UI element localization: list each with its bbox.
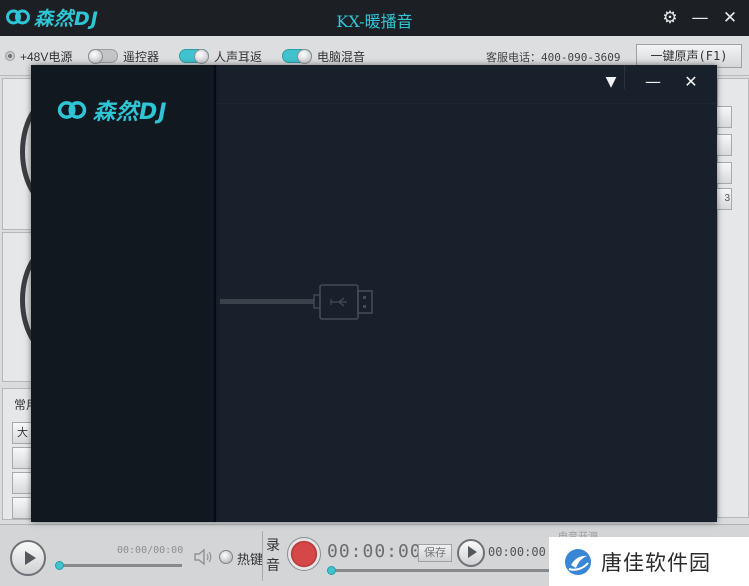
watermark-text: 唐佳软件园 — [601, 551, 711, 575]
speaker-icon[interactable] — [193, 547, 213, 567]
dialog-logo: 森然DJ — [57, 97, 168, 125]
progress-handle[interactable] — [327, 566, 336, 575]
power-label: +48V电源 — [20, 49, 73, 64]
common-button[interactable] — [12, 447, 32, 469]
close-icon[interactable]: ✕ — [719, 7, 741, 29]
play-button[interactable] — [10, 540, 46, 576]
dialog-minimize-icon[interactable]: — — [640, 69, 666, 95]
progress-handle[interactable] — [55, 561, 64, 570]
dialog-separator — [624, 65, 625, 89]
watermark-logo-icon — [565, 548, 591, 575]
record-button[interactable] — [287, 537, 321, 571]
power-option[interactable]: +48V电源 — [5, 48, 72, 64]
pc-mix-label: 电脑混音 — [317, 49, 366, 64]
player-progress-slider[interactable] — [55, 561, 182, 570]
common-button[interactable] — [12, 497, 32, 519]
monitor-toggle[interactable] — [179, 49, 209, 64]
remote-toggle[interactable] — [88, 49, 118, 64]
watermark: 唐佳软件园 — [549, 537, 749, 586]
record-label: 录音 — [266, 537, 280, 573]
dialog-brand-name: 森然DJ — [93, 100, 168, 125]
monitor-label: 人声耳返 — [214, 49, 263, 64]
record-play-time: 00:00:00 — [488, 545, 546, 559]
remote-label: 遥控器 — [123, 49, 160, 64]
toggle-knob — [194, 49, 209, 64]
common-button[interactable] — [12, 472, 32, 494]
monitor-option[interactable]: 人声耳返 — [179, 48, 262, 64]
toggle-knob — [88, 49, 103, 64]
power-radio-icon[interactable] — [5, 51, 15, 61]
brand-logo-icon — [57, 101, 87, 119]
window-title: KX-暖播音 — [336, 12, 413, 31]
menu-dropdown-icon[interactable]: ▼ — [598, 69, 624, 95]
pc-mix-option[interactable]: 电脑混音 — [282, 48, 365, 64]
play-icon — [25, 551, 36, 565]
toggle-knob — [297, 49, 312, 64]
dialog-main: ▼ — ✕ — [218, 65, 717, 522]
remote-option[interactable]: 遥控器 — [88, 48, 159, 64]
settings-icon[interactable]: ⚙ — [659, 7, 681, 29]
hotkey-radio[interactable] — [219, 550, 233, 564]
save-button[interactable]: 保存 — [418, 544, 452, 562]
hotkey-label: 热键 — [237, 552, 264, 567]
player-time: 00:00/00:00 — [117, 545, 184, 556]
pc-mix-toggle[interactable] — [282, 49, 312, 64]
dialog-close-icon[interactable]: ✕ — [678, 69, 704, 95]
device-dialog: 森然DJ ▼ — ✕ — [31, 65, 717, 522]
record-progress-slider[interactable] — [327, 566, 549, 575]
record-time: 00:00:00 — [327, 541, 422, 562]
play-icon — [468, 546, 477, 558]
usb-connector-icon — [220, 284, 373, 320]
dialog-sidebar: 森然DJ — [31, 65, 216, 522]
title-bar: 森然DJ KX-暖播音 ⚙ — ✕ — [0, 0, 749, 36]
divider — [262, 531, 263, 581]
common-button[interactable]: 大 — [12, 422, 32, 444]
minimize-icon[interactable]: — — [689, 7, 711, 29]
service-phone: 客服电话：400-090-3609 — [486, 51, 621, 64]
dialog-header-line — [218, 103, 717, 104]
record-play-button[interactable] — [457, 539, 485, 567]
